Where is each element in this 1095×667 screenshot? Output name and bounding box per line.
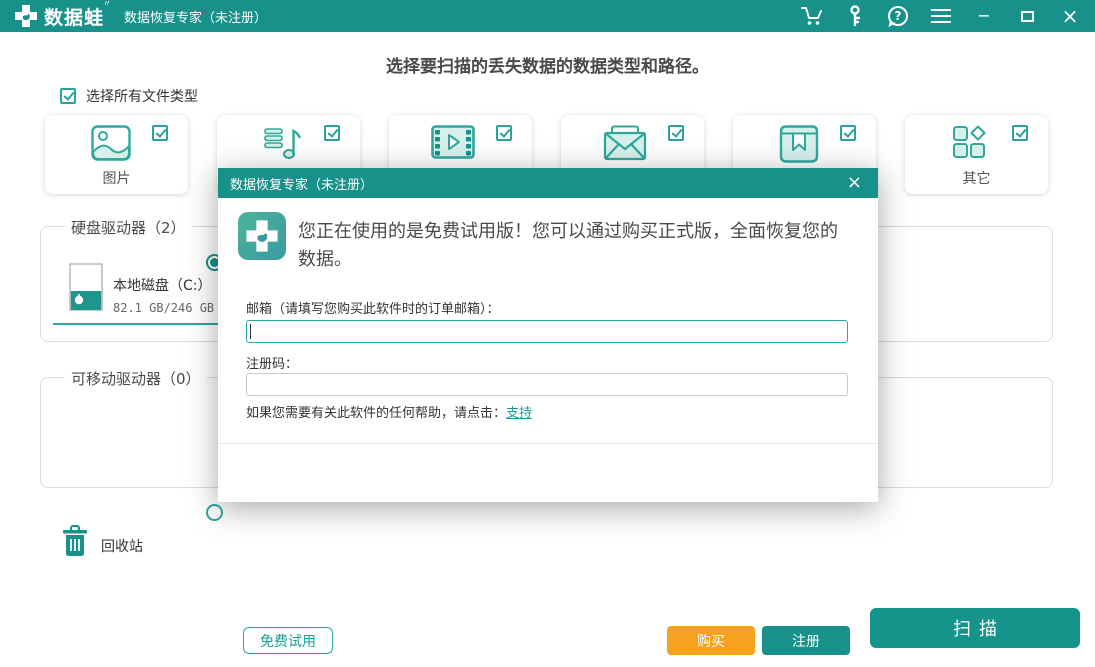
- selected-drive-underline: [53, 323, 219, 325]
- email-icon: [603, 125, 647, 161]
- help-text: 如果您需要有关此软件的任何帮助，请点击：: [246, 406, 506, 421]
- recycle-bin-radio[interactable]: [206, 504, 223, 521]
- frog-cross-icon: [14, 4, 38, 28]
- disk-icon: [69, 263, 103, 313]
- file-type-checkbox-image[interactable]: [152, 125, 168, 141]
- drive-row-local-disk-c[interactable]: 本地磁盘（C:） 82.1 GB/246 GB: [69, 263, 214, 315]
- file-type-checkbox-other[interactable]: [1012, 125, 1028, 141]
- window-title: 数据恢复专家（未注册）: [124, 7, 267, 26]
- app-logo: 数据蛙〃: [14, 3, 104, 30]
- page-title: 选择要扫描的丢失数据的数据类型和路径。: [0, 52, 1095, 77]
- dialog-titlebar: 数据恢复专家（未注册） ×: [218, 168, 878, 198]
- code-input[interactable]: [246, 373, 848, 396]
- scan-button[interactable]: 扫描: [870, 608, 1080, 648]
- file-type-label: 图片: [45, 168, 188, 188]
- file-type-checkbox-email[interactable]: [668, 125, 684, 141]
- file-type-label: 其它: [905, 168, 1048, 188]
- select-all-filetypes[interactable]: 选择所有文件类型: [60, 86, 198, 106]
- help-icon[interactable]: ?: [887, 5, 909, 27]
- image-icon: [91, 125, 131, 161]
- menu-icon[interactable]: [930, 5, 952, 27]
- register-button[interactable]: 注册: [762, 626, 850, 655]
- document-icon: [779, 125, 819, 163]
- brand-mark: 〃: [103, 0, 112, 9]
- buy-button[interactable]: 购买: [667, 626, 755, 655]
- email-label: 邮箱（请填写您购买此软件时的订单邮箱）：: [246, 298, 500, 317]
- file-type-card-image[interactable]: 图片: [45, 115, 188, 194]
- brand-name: 数据蛙〃: [44, 3, 104, 30]
- recycle-bin-item[interactable]: 回收站: [62, 525, 143, 558]
- file-type-checkbox-document[interactable]: [840, 125, 856, 141]
- support-link[interactable]: 支持: [506, 406, 532, 421]
- other-icon: [951, 125, 991, 161]
- hard-drives-title: 硬盘驱动器（2）: [65, 217, 192, 238]
- close-icon[interactable]: ×: [1059, 5, 1081, 27]
- dialog-title: 数据恢复专家（未注册）: [230, 174, 373, 193]
- removable-drives-title: 可移动驱动器（0）: [65, 368, 207, 389]
- text-caret: [250, 324, 251, 339]
- key-icon[interactable]: [844, 5, 866, 27]
- footer-divider: [218, 443, 878, 444]
- maximize-icon[interactable]: [1016, 5, 1038, 27]
- drive-name: 本地磁盘（C:）: [113, 275, 214, 295]
- drive-capacity: 82.1 GB/246 GB: [113, 301, 214, 315]
- cart-icon[interactable]: [801, 5, 823, 27]
- code-label: 注册码：: [246, 353, 298, 372]
- dialog-app-logo: [238, 212, 286, 260]
- trial-message: 您正在使用的是免费试用版！您可以通过购买正式版，全面恢复您的数据。: [298, 218, 854, 274]
- audio-icon: [263, 125, 303, 161]
- file-type-checkbox-audio[interactable]: [324, 125, 340, 141]
- titlebar: 数据蛙〃 数据恢复专家（未注册） ? − ×: [0, 0, 1095, 32]
- recycle-bin-label: 回收站: [101, 536, 143, 558]
- video-icon: [431, 125, 475, 159]
- trash-icon: [62, 525, 88, 558]
- email-input[interactable]: [246, 320, 848, 343]
- select-all-label: 选择所有文件类型: [86, 86, 198, 106]
- free-trial-button[interactable]: 免费试用: [243, 627, 333, 654]
- minimize-icon[interactable]: −: [973, 5, 995, 27]
- registration-dialog: 数据恢复专家（未注册） × 您正在使用的是免费试用版！您可以通过购买正式版，全面…: [218, 168, 878, 502]
- select-all-checkbox[interactable]: [60, 88, 76, 104]
- file-type-card-other[interactable]: 其它: [905, 115, 1048, 194]
- file-type-checkbox-video[interactable]: [496, 125, 512, 141]
- help-glyph: ?: [895, 9, 902, 23]
- help-line: 如果您需要有关此软件的任何帮助，请点击：支持: [246, 402, 532, 421]
- frog-cross-icon: [245, 219, 279, 253]
- dialog-close-icon[interactable]: ×: [843, 174, 866, 192]
